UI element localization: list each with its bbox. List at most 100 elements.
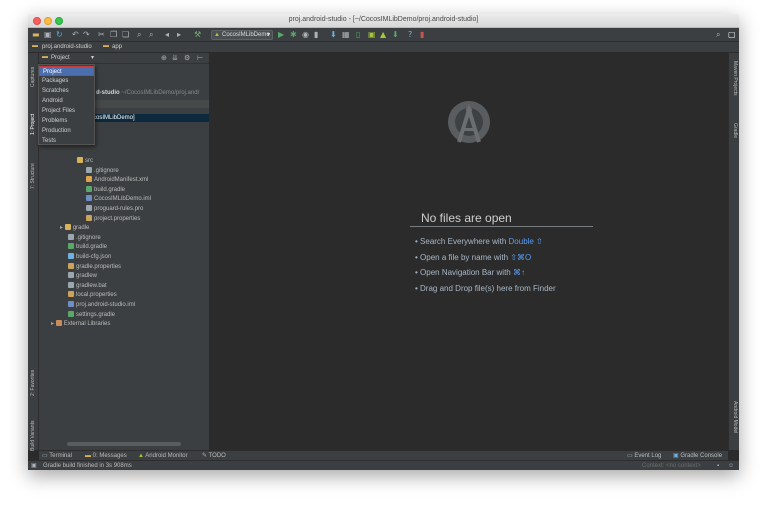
replace-icon[interactable]: ⌕ (149, 30, 153, 40)
android-device-icon[interactable]: ▮ (420, 30, 424, 40)
debug-icon[interactable]: ✱ (290, 30, 297, 40)
android-sdk-icon[interactable]: ▲ (380, 30, 386, 40)
expand-arrow-icon[interactable]: ▸ (60, 225, 65, 231)
tree-item[interactable]: gradle.properties (68, 262, 122, 272)
tree-item[interactable]: src (77, 157, 93, 166)
sync-icon[interactable]: ↻ (56, 30, 63, 40)
breadcrumb-project[interactable]: proj.android-studio (42, 44, 92, 50)
maven-projects-tab[interactable]: Maven Projects (732, 61, 738, 95)
hide-panel-icon[interactable]: ⊢ (197, 54, 203, 62)
avd-manager-icon[interactable]: ▯ (356, 30, 360, 40)
gear-icon[interactable]: ⚙ (184, 54, 190, 62)
gradle-sync-icon[interactable]: ⬇ (392, 30, 399, 40)
project-view-icon: ▬ (42, 54, 48, 60)
messages-icon: ▬ (85, 453, 93, 459)
project-structure-icon[interactable]: ▦ (342, 30, 350, 40)
build-variants-tab[interactable]: Build Variants (30, 421, 36, 451)
dropdown-item[interactable]: Android (39, 96, 94, 106)
tree-item[interactable]: proguard-rules.pro (86, 205, 143, 214)
copy-icon[interactable]: ❐ (110, 30, 117, 40)
search-everywhere-icon[interactable]: ⌕ (716, 30, 720, 40)
tree-item[interactable]: proj.android-studio.iml (68, 301, 135, 310)
android-monitor-tab[interactable]: ▲ Android Monitor (138, 452, 188, 460)
tree-item[interactable]: AndroidManifest.xml (86, 176, 148, 185)
tree-item[interactable]: gradlew.bat (68, 281, 107, 291)
collapse-all-icon[interactable]: ⇊ (172, 54, 178, 62)
cut-icon[interactable]: ✂ (98, 30, 105, 40)
bottom-tool-bar: ▭ Terminal ▬ 0: Messages ▲ Android Monit… (39, 450, 728, 460)
status-message: Gradle build finished in 3s 908ms (43, 463, 132, 469)
lock-icon[interactable]: ▪ (717, 462, 719, 470)
dropdown-item[interactable]: Problems (39, 116, 94, 126)
hint-shortcut: ⇧⌘O (510, 252, 532, 262)
make-project-icon[interactable]: ⚒ (194, 30, 201, 40)
scroll-from-source-icon[interactable]: ⊕ (161, 54, 167, 62)
messages-tab[interactable]: ▬ 0: Messages (85, 452, 127, 460)
redo-icon[interactable]: ↷ (83, 30, 90, 40)
view-chevron-down-icon[interactable]: ▾ (91, 54, 94, 61)
android-model-tab[interactable]: Android Model (732, 401, 738, 433)
horizontal-scrollbar[interactable] (67, 442, 181, 446)
undo-icon[interactable]: ↶ (72, 30, 79, 40)
event-log-tab[interactable]: ▭ Event Log (627, 452, 661, 460)
forward-icon[interactable]: ▸ (177, 30, 181, 40)
tree-item[interactable]: gradlew (68, 272, 97, 281)
hint-line: • Open Navigation Bar with ⌘↑ (415, 268, 525, 277)
ide-window: proj.android-studio - [~/CocosIMLibDemo/… (28, 14, 739, 470)
help-icon[interactable]: ? (408, 30, 412, 40)
expand-arrow-icon[interactable]: ▸ (51, 321, 56, 327)
captures-tab[interactable]: Captures (30, 67, 36, 87)
project-tab[interactable]: 1: Project (30, 114, 36, 135)
tree-item[interactable]: build.gradle (86, 185, 125, 195)
run-icon[interactable]: ▶ (278, 30, 284, 40)
messages-label: 0: Messages (92, 453, 127, 459)
find-icon[interactable]: ⌕ (137, 30, 141, 40)
todo-tab[interactable]: ✎ TODO (202, 452, 226, 460)
tree-item[interactable]: settings.gradle (68, 310, 115, 320)
presentation-mode-icon[interactable]: ▢ (728, 30, 736, 40)
tree-item[interactable]: CocosIMLibDemo.iml (86, 195, 151, 204)
structure-tab[interactable]: 7: Structure (30, 163, 36, 189)
tree-item[interactable]: build-cfg.json (68, 253, 111, 262)
device-monitor-icon[interactable]: ▣ (368, 30, 376, 40)
run-configuration-select[interactable]: ▲ CocosIMLibDemo ▾ (211, 30, 273, 40)
dropdown-item[interactable]: Project Files (39, 106, 94, 116)
tree-item[interactable]: ▸ External Libraries (51, 320, 110, 329)
tree-item[interactable]: ▸ gradle (60, 224, 89, 233)
attach-debugger-icon[interactable]: ◉ (302, 30, 309, 40)
hint-text: Open Navigation Bar with (420, 268, 513, 277)
tree-item[interactable]: project.properties (86, 214, 140, 224)
tree-item-label: gradle.properties (76, 263, 122, 270)
favorites-tab[interactable]: 2: Favorites (30, 370, 36, 396)
tool-windows-toggle-icon[interactable]: ▣ (31, 462, 37, 470)
file-icon (86, 166, 92, 173)
breadcrumb-module[interactable]: app (112, 44, 122, 50)
dropdown-item[interactable]: Packages (39, 76, 94, 86)
project-panel-header: ▬ Project ▾ ⊕ ⇊ ⚙ ⊢ (39, 53, 209, 64)
back-icon[interactable]: ◂ (165, 30, 169, 40)
editor-area[interactable]: No files are open • Search Everywhere wi… (210, 53, 728, 450)
tree-item[interactable]: local.properties (68, 291, 117, 300)
tree-item-label: AndroidManifest.xml (94, 177, 149, 184)
gradle-tab[interactable]: Gradle (732, 123, 738, 138)
gradle-console-tab[interactable]: ▣ Gradle Console (673, 452, 722, 460)
tree-item[interactable]: build.gradle (68, 243, 107, 252)
save-icon[interactable]: ▣ (44, 30, 52, 40)
dropdown-item[interactable]: Scratches (39, 86, 94, 96)
dropdown-item[interactable]: Project (39, 66, 94, 76)
terminal-tab[interactable]: ▭ Terminal (42, 452, 72, 460)
json-icon (68, 253, 74, 259)
tree-item[interactable]: .gitignore (86, 166, 119, 176)
dropdown-item[interactable]: Production (39, 126, 94, 136)
title-bar: proj.android-studio - [~/CocosIMLibDemo/… (28, 14, 739, 28)
tree-item[interactable]: .gitignore (68, 233, 101, 243)
sdk-manager-icon[interactable]: ⬇ (330, 30, 337, 40)
project-view-select[interactable]: Project (51, 55, 70, 61)
main-toolbar: ▬ ▣ ↻ ↶ ↷ ✂ ❐ ❏ ⌕ ⌕ ◂ ▸ ⚒ ▲ CocosIMLibDe… (28, 28, 739, 42)
open-folder-icon[interactable]: ▬ (32, 30, 40, 40)
stop-icon[interactable]: ▮ (314, 30, 318, 40)
inspector-icon[interactable]: ☺ (728, 462, 734, 470)
dropdown-item[interactable]: Tests (39, 136, 94, 146)
paste-icon[interactable]: ❏ (122, 30, 129, 40)
project-root-row[interactable]: d-studio ~/CocosIMLibDemo/proj.andr (96, 89, 200, 98)
